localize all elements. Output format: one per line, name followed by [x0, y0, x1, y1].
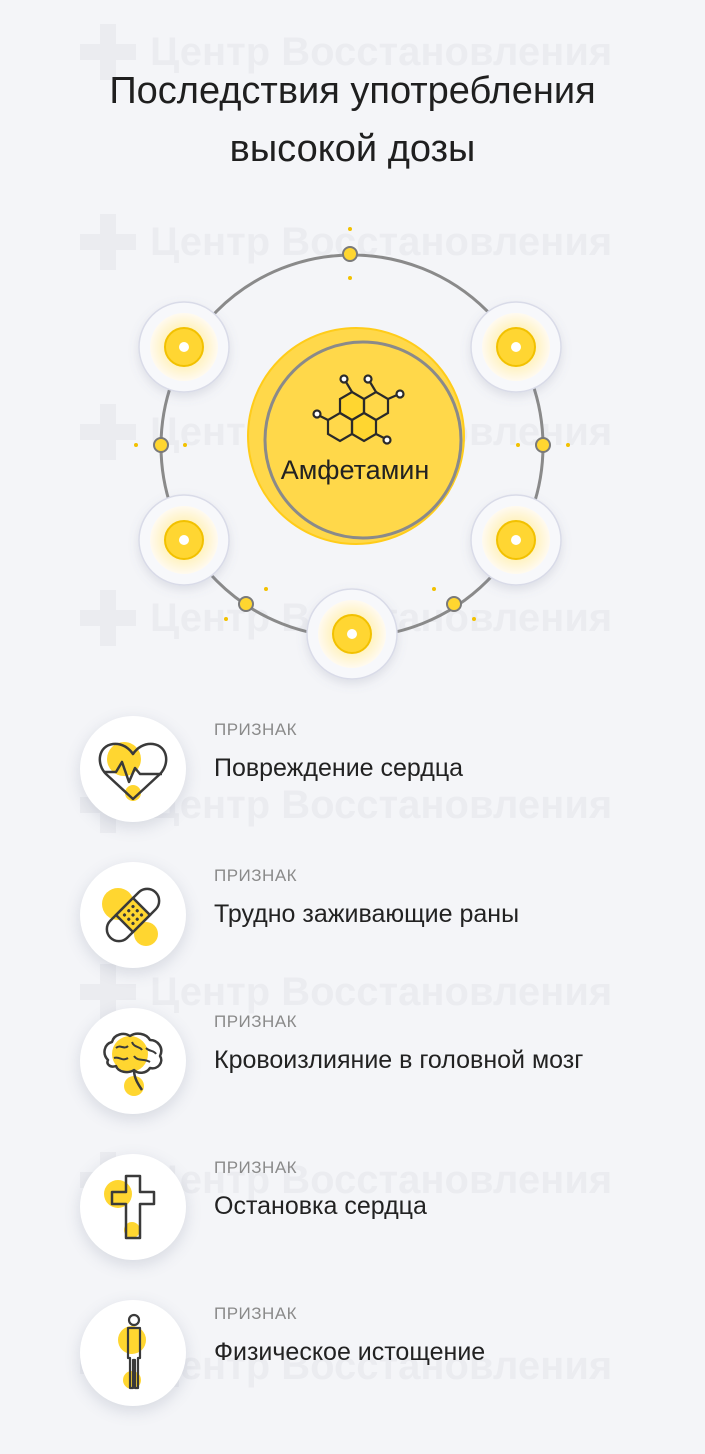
page-title: Последствия употребления высокой дозы: [0, 62, 705, 178]
sign-text: Кровоизлияние в головной мозг: [214, 1046, 584, 1074]
sign-item: ПРИЗНАК Физическое истощение: [80, 1300, 680, 1410]
sign-item: ПРИЗНАК Трудно заживающие раны: [80, 862, 680, 972]
person-icon: [118, 1313, 146, 1390]
brain-icon: [103, 1032, 163, 1096]
ring-dot: [342, 227, 358, 280]
sign-item: ПРИЗНАК Остановка сердца: [80, 1154, 680, 1264]
orbit-node: [138, 494, 230, 586]
orbit-diagram: [134, 227, 570, 680]
heart-pulse-icon: [98, 742, 168, 801]
sign-icon-circle: [80, 1154, 186, 1260]
sign-kicker: ПРИЗНАК: [214, 1012, 298, 1031]
sign-kicker: ПРИЗНАК: [214, 866, 298, 885]
sign-text: Остановка сердца: [214, 1192, 427, 1220]
cross-icon: [104, 1174, 156, 1240]
sign-icon-circle: [80, 716, 186, 822]
title-line-2: высокой дозы: [229, 128, 476, 170]
sign-kicker: ПРИЗНАК: [214, 1304, 298, 1323]
orbit-node: [470, 301, 562, 393]
ring-dot: [516, 437, 570, 453]
sign-icon-circle: [80, 1008, 186, 1114]
center-label: Амфетамин: [280, 455, 430, 485]
sign-kicker: ПРИЗНАК: [214, 1158, 298, 1177]
bandage-icon: [102, 887, 161, 946]
sign-item: ПРИЗНАК Повреждение сердца: [80, 716, 680, 826]
sign-kicker: ПРИЗНАК: [214, 720, 298, 739]
sign-text: Трудно заживающие раны: [214, 900, 520, 928]
orbit-node: [470, 494, 562, 586]
title-line-1: Последствия употребления: [109, 70, 596, 112]
orbit-node: [138, 301, 230, 393]
sign-icon-circle: [80, 862, 186, 968]
ring-dot: [134, 437, 187, 453]
sign-icon-circle: [80, 1300, 186, 1406]
sign-item: ПРИЗНАК Кровоизлияние в головной мозг: [80, 1008, 680, 1118]
orbit-node: [306, 588, 398, 680]
sign-text: Физическое истощение: [214, 1338, 486, 1366]
sign-text: Повреждение сердца: [214, 754, 464, 782]
